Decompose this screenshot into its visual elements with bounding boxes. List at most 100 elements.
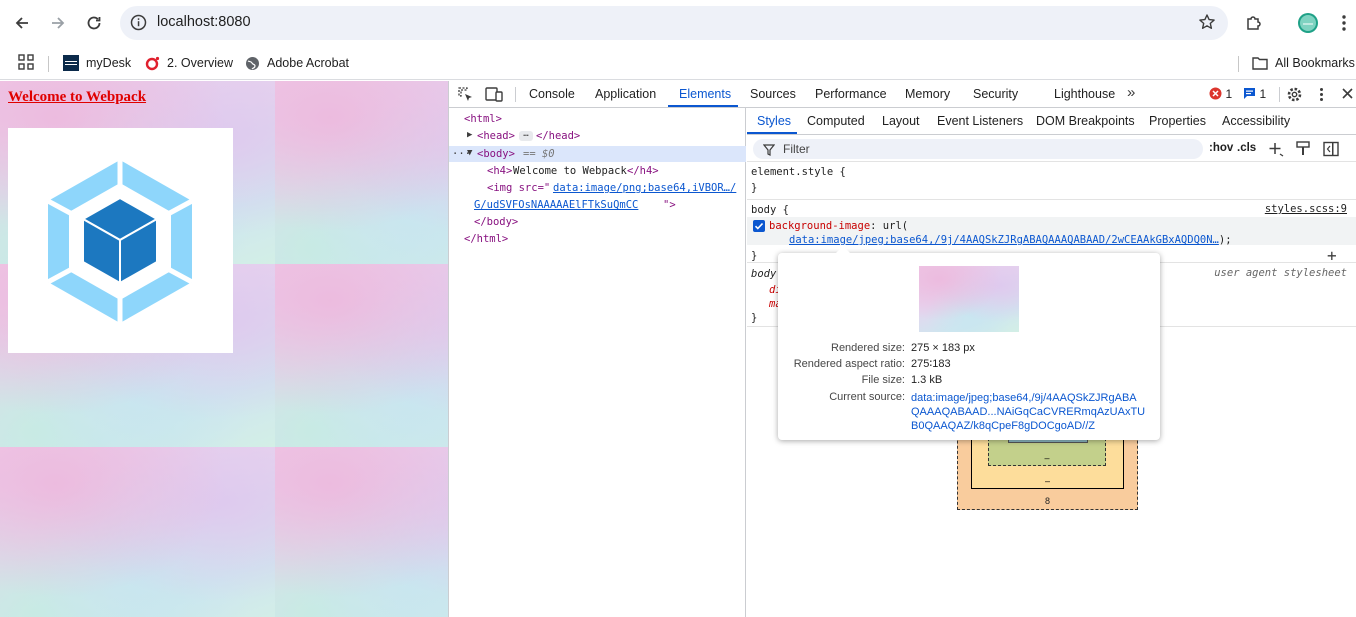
property-name[interactable]: background-image	[769, 220, 870, 232]
avatar-icon	[1298, 13, 1318, 33]
img-src-link[interactable]: data:image/png;base64,iVBOR…/	[553, 180, 736, 196]
dom-node-img-cont[interactable]: G/udSVFOsNAAAAAElFTkSuQmCC ">	[449, 197, 746, 213]
subtab-styles[interactable]: Styles	[757, 114, 791, 128]
inspect-element-icon[interactable]	[457, 86, 474, 106]
extensions-button[interactable]	[1242, 11, 1266, 35]
subtab-computed[interactable]: Computed	[807, 114, 865, 128]
body-open-tag: <body>	[477, 148, 515, 160]
property-url-prefix: : url(	[870, 220, 909, 232]
img-open-tag: <img src="	[487, 182, 551, 194]
new-style-rule-icon[interactable]	[1268, 141, 1284, 162]
bookmark-mydesk[interactable]: myDesk	[63, 53, 131, 73]
rendered-size-value: 275 × 183 px	[911, 342, 975, 354]
background-tile	[275, 447, 448, 617]
tab-performance[interactable]: Performance	[815, 87, 887, 101]
padding-bottom-value[interactable]: –	[989, 453, 1105, 463]
reload-button[interactable]	[82, 11, 106, 35]
cls-toggle[interactable]: .cls	[1237, 142, 1256, 154]
tab-sources[interactable]: Sources	[750, 87, 796, 101]
paint-roller-icon[interactable]	[1296, 141, 1311, 162]
chrome-menu-button[interactable]	[1332, 11, 1356, 35]
settings-gear-icon[interactable]	[1286, 86, 1303, 106]
globe-icon	[245, 56, 260, 71]
address-bar[interactable]: localhost:8080	[120, 6, 1228, 40]
dom-node-head[interactable]: ▶ <head> … </head>	[449, 128, 746, 144]
body-selector[interactable]: body {	[751, 203, 789, 217]
reload-icon	[87, 16, 101, 30]
page-heading: Welcome to Webpack	[8, 89, 147, 105]
subtab-properties[interactable]: Properties	[1149, 114, 1206, 128]
dom-node-html[interactable]: <html>	[449, 111, 746, 127]
property-checkbox[interactable]	[753, 220, 765, 232]
hov-toggle[interactable]: :hov	[1209, 142, 1233, 154]
tab-application[interactable]: Application	[595, 87, 656, 101]
rendered-size-label: Rendered size:	[831, 342, 905, 354]
profile-avatar[interactable]	[1296, 11, 1320, 35]
styles-subtabs: Styles Computed Layout Event Listeners D…	[747, 108, 1356, 135]
tab-memory[interactable]: Memory	[905, 87, 950, 101]
head-close-tag: </head>	[536, 130, 581, 142]
devtools-menu-icon[interactable]	[1319, 87, 1324, 105]
message-count-badge[interactable]: 1	[1243, 87, 1266, 101]
aspect-ratio-value: 275∶183	[911, 358, 951, 370]
bookmarks-bar: myDesk 2. Overview Adobe Acrobat All Boo…	[0, 46, 1356, 80]
bookmark-overview[interactable]: 2. Overview	[145, 53, 233, 73]
subtab-dom-breakpoints[interactable]: DOM Breakpoints	[1036, 114, 1135, 128]
dom-node-h4[interactable]: <h4> Welcome to Webpack </h4>	[449, 163, 746, 179]
source-line: data:image/jpeg;base64,/9j/4AAQSkZJRgABA	[911, 392, 1137, 404]
arrow-left-icon	[15, 17, 28, 29]
subtab-accessibility[interactable]: Accessibility	[1222, 114, 1290, 128]
html-open-tag: <html>	[464, 113, 502, 125]
tab-elements[interactable]: Elements	[679, 87, 731, 101]
webpack-logo-icon	[46, 160, 194, 323]
bookmark-separator	[1238, 56, 1239, 72]
apps-grid-icon[interactable]	[18, 54, 34, 75]
expand-triangle-icon[interactable]: ▶	[467, 127, 472, 143]
back-button[interactable]	[10, 11, 34, 35]
ua-body-selector: body	[751, 268, 777, 280]
property-url-suffix: );	[1218, 234, 1232, 246]
h4-text: Welcome to Webpack	[513, 165, 627, 177]
filter-placeholder: Filter	[783, 142, 810, 156]
error-count-badge[interactable]: 1	[1209, 87, 1232, 101]
dom-node-body[interactable]: ··· ▼ <body> == $0	[449, 146, 746, 162]
tab-separator	[1279, 87, 1280, 102]
bookmark-adobe-acrobat[interactable]: Adobe Acrobat	[245, 53, 349, 73]
all-bookmarks[interactable]: All Bookmarks	[1252, 53, 1355, 73]
rule-close-brace: }	[751, 312, 758, 324]
background-tile	[275, 81, 448, 264]
dom-node-html-close[interactable]: </html>	[449, 231, 746, 247]
close-devtools-icon[interactable]	[1341, 87, 1354, 103]
tab-lighthouse[interactable]: Lighthouse	[1054, 87, 1115, 101]
add-property-plus-icon[interactable]: +	[1327, 246, 1337, 265]
dom-node-body-close[interactable]: </body>	[449, 214, 746, 230]
file-size-value: 1.3 kB	[911, 374, 943, 386]
bookmark-separator	[48, 56, 49, 72]
tab-security[interactable]: Security	[973, 87, 1018, 101]
toggle-sidebar-icon[interactable]	[1323, 141, 1339, 162]
more-vert-icon	[1342, 15, 1346, 31]
property-url-link[interactable]: data:image/jpeg;base64,/9j/4AAQSkZJRgABA…	[789, 234, 1219, 246]
bookmark-star-icon[interactable]	[1198, 13, 1216, 36]
more-tabs-chevron-icon[interactable]: »	[1127, 84, 1135, 101]
collapsed-ellipsis-icon[interactable]: …	[519, 130, 533, 141]
tab-console[interactable]: Console	[529, 87, 575, 101]
styles-filter-input[interactable]: Filter	[753, 139, 1203, 159]
rule-source-link[interactable]: styles.scss:9	[1265, 203, 1347, 215]
img-src-link-cont[interactable]: G/udSVFOsNAAAAAElFTkSuQmCC	[474, 197, 638, 213]
subtab-layout[interactable]: Layout	[882, 114, 920, 128]
current-source-link[interactable]: data:image/jpeg;base64,/9j/4AAQSkZJRgABA…	[911, 391, 1153, 433]
margin-bottom-value[interactable]: 8	[958, 496, 1137, 506]
element-style-selector[interactable]: element.style {	[751, 165, 846, 179]
subtab-event-listeners[interactable]: Event Listeners	[937, 114, 1023, 128]
dom-node-img[interactable]: <img src=" data:image/png;base64,iVBOR…/	[449, 180, 746, 196]
background-image-value: data:image/jpeg;base64,/9j/4AAQSkZJRgABA…	[789, 233, 1232, 247]
collapse-triangle-icon[interactable]: ▼	[467, 145, 472, 161]
device-toolbar-icon[interactable]	[485, 86, 503, 106]
forward-button[interactable]	[46, 11, 70, 35]
site-info-icon[interactable]	[130, 14, 147, 36]
message-icon	[1244, 88, 1255, 99]
border-bottom-value[interactable]: –	[972, 476, 1123, 486]
browser-toolbar: localhost:8080	[0, 0, 1356, 46]
filter-funnel-icon	[762, 143, 776, 161]
